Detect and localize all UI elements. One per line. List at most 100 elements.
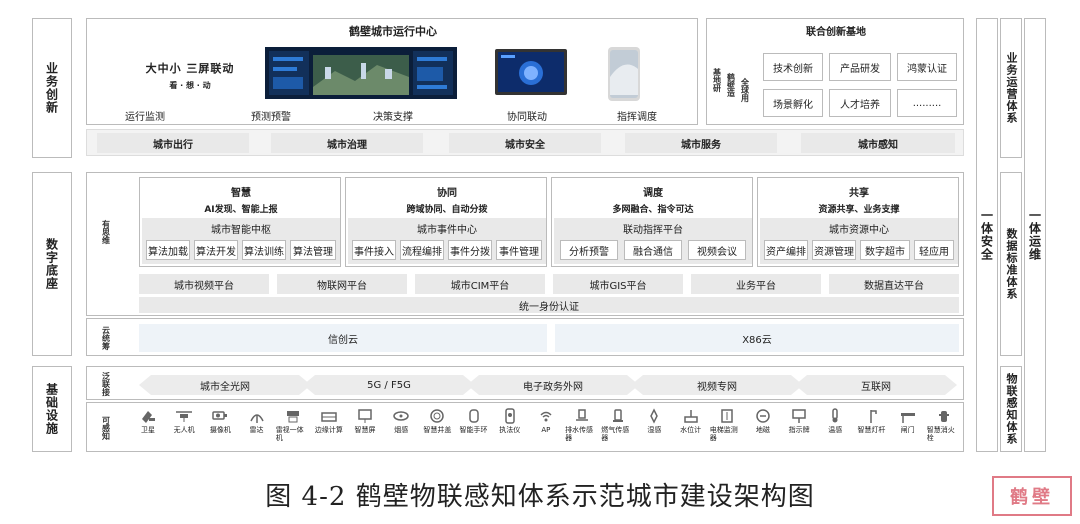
figure-caption: 图 4-2 鹤壁物联感知体系示范城市建设架构图 (265, 481, 815, 512)
digital-column-sharing: 共享 资源共享、业务支撑 城市资源中心 资产编排 资源管理 数字超市 轻应用 (757, 177, 959, 267)
sensor-device-icon (682, 407, 700, 426)
slogan-sub: 看 · 想 · 动 (169, 80, 211, 90)
joint-item: 产品研发 (829, 53, 891, 81)
network-arrows: 城市全光网 5G / F5G 电子政务外网 视频专网 互联网 (133, 375, 959, 395)
sensor-label: 地磁 (755, 426, 770, 434)
column-center-title: 联动指挥平台 (623, 224, 683, 236)
column-center-box: 城市智能中枢 算法加载 算法开发 算法训练 算法管理 (142, 218, 340, 264)
cloud-box: 信创云 (139, 324, 547, 352)
column-item: 视频会议 (688, 240, 746, 260)
sensor-item: 智能手环 (457, 407, 491, 451)
sensor-label: 指示牌 (788, 426, 810, 434)
sensor-label: 雷达 (249, 426, 264, 434)
function-label: 指挥调度 (617, 111, 657, 123)
sensor-device-icon (899, 407, 917, 426)
column-subtitle: AI发现、智能上报 (204, 204, 278, 215)
function-label: 决策支撑 (373, 111, 413, 123)
sensor-label: 湿感 (647, 426, 662, 434)
sensor-item: 水位计 (674, 407, 708, 451)
scene-box: 城市感知 (801, 133, 955, 153)
unified-auth-bar: 统一身份认证 (139, 297, 959, 313)
sensor-item: 排水传感器 (565, 407, 599, 451)
scenes-row: 城市出行 城市治理 城市安全 城市服务 城市感知 (86, 129, 964, 156)
column-subtitle: 跨域协同、自动分拨 (406, 204, 488, 215)
sensor-label: 摄像机 (209, 426, 231, 434)
integrated-operations: 一体运维 (1024, 18, 1046, 452)
sensor-device-icon (537, 407, 555, 426)
column-item: 事件接入 (352, 240, 396, 260)
joint-side-c: 全球用 (740, 78, 750, 102)
sensor-device-icon (573, 407, 591, 426)
sensor-device-icon (862, 407, 880, 426)
platform-box: 物联网平台 (277, 274, 407, 294)
cloud-box: X86云 (555, 324, 959, 352)
platform-box: 数据直达平台 (829, 274, 959, 294)
function-label: 预测预警 (251, 111, 291, 123)
sensor-item: 智慧灯杆 (854, 407, 888, 451)
joint-side-b: 鹤壁造 (726, 73, 736, 97)
sensor-device-icon (826, 407, 844, 426)
network-item: 互联网 (861, 381, 891, 393)
sensor-label: 执法仪 (499, 426, 521, 434)
sensor-label: 智慧井盖 (423, 426, 452, 434)
column-title: 协同 (437, 187, 457, 199)
sensor-device-icon (320, 407, 338, 426)
sensor-item: 地磁 (746, 407, 780, 451)
function-label: 运行监测 (125, 111, 165, 123)
scene-box: 城市服务 (625, 133, 777, 153)
digital-column-dispatch: 调度 多网融合、指令可达 联动指挥平台 分析预警 融合通信 视频会议 (551, 177, 753, 267)
column-subtitle: 资源共享、业务支撑 (818, 204, 900, 215)
network-item: 电子政务外网 (523, 381, 583, 393)
digital-base-panel: 有思维 智慧 AI发现、智能上报 城市智能中枢 算法加载 算法开发 算法训练 算… (86, 172, 964, 316)
sensor-device-icon (139, 407, 157, 426)
network-item: 城市全光网 (200, 381, 250, 393)
sensor-label: 闸门 (900, 426, 915, 434)
sensor-label: 卫星 (141, 426, 155, 434)
sensor-label: 无人机 (173, 426, 195, 434)
scene-box: 城市安全 (449, 133, 601, 153)
phone-image (607, 47, 641, 101)
sensing-row: 可感知 卫星 无人机 摄像机 雷达 雷视一体机 边缘计算 智慧屏 烟感 智慧井盖 智能手环 执法仪 A… (86, 402, 964, 452)
column-subtitle: 多网融合、指令可达 (612, 204, 694, 215)
label-digital-base: 数字底座 (32, 172, 72, 356)
sensor-label: 雷视一体机 (275, 426, 304, 442)
column-center-title: 城市智能中枢 (211, 224, 271, 236)
cloud-label: 云统筹 (101, 326, 111, 350)
sensor-item: 雷达 (240, 407, 274, 451)
sensor-device-icon (501, 407, 519, 426)
operation-center-panel: 鹤壁城市运行中心 大中小 三屏联动 看 · 想 · 动 运行监测 预测预警 决策… (86, 18, 698, 125)
slogan-main: 大中小 三屏联动 (145, 62, 235, 75)
sensor-device-icon (609, 407, 627, 426)
sensor-item: 卫星 (131, 407, 165, 451)
joint-item: 技术创新 (763, 53, 823, 81)
joint-innovation-title: 联合创新基地 (806, 26, 866, 38)
data-standard-system: 数据标准体系 (1000, 172, 1022, 356)
sensor-item: 智慧井盖 (420, 407, 454, 451)
label-infrastructure: 基础设施 (32, 366, 72, 452)
sensor-item: 边缘计算 (312, 407, 346, 451)
sensor-label: 智慧屏 (354, 426, 376, 434)
column-item: 流程编排 (400, 240, 444, 260)
joint-item: 鸿蒙认证 (897, 53, 957, 81)
platform-box: 城市CIM平台 (415, 274, 545, 294)
column-center-title: 城市事件中心 (417, 224, 477, 236)
operation-center-title: 鹤壁城市运行中心 (349, 25, 437, 38)
column-item: 融合通信 (624, 240, 682, 260)
joint-innovation-panel: 联合创新基地 基地研 鹤壁造 全球用 技术创新 产品研发 鸿蒙认证 场景孵化 人… (706, 18, 964, 125)
sensor-label: 烟感 (394, 426, 409, 434)
sensor-device-icon (248, 407, 266, 426)
sensor-device-icon (211, 407, 229, 426)
cloud-row: 云统筹 信创云 X86云 (86, 318, 964, 356)
column-center-title: 城市资源中心 (829, 224, 889, 236)
column-item: 算法开发 (194, 240, 238, 260)
platform-box: 业务平台 (691, 274, 821, 294)
network-label: 泛联接 (101, 372, 111, 396)
sensor-item: 温感 (818, 407, 852, 451)
function-label: 协同联动 (507, 111, 547, 123)
sensor-strip: 卫星 无人机 摄像机 雷达 雷视一体机 边缘计算 智慧屏 烟感 智慧井盖 智能手环 执法仪 AP 排水传… (131, 407, 961, 451)
scene-box: 城市治理 (271, 133, 423, 153)
column-item: 轻应用 (914, 240, 954, 260)
sensor-item: 电梯监测器 (710, 407, 744, 451)
label-business-innovation: 业务创新 (32, 18, 72, 158)
sensor-item: 智慧屏 (348, 407, 382, 451)
